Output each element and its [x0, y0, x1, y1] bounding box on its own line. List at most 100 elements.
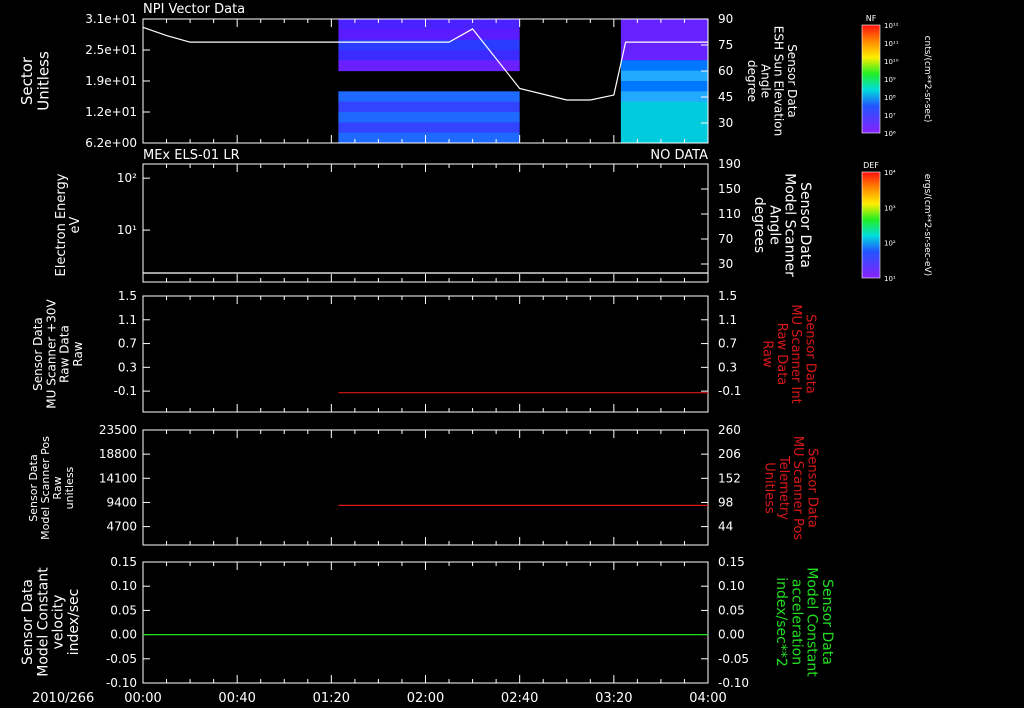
y2-tick-label: 260	[718, 423, 741, 437]
npi-colorbar-tick: 10⁶	[884, 130, 896, 138]
y2-tick-label: 75	[718, 38, 733, 52]
y2-tick-label: 44	[718, 520, 733, 534]
mupos-ylabel-line: Raw	[51, 476, 64, 499]
model-ylabel-line: Model Constant	[35, 567, 51, 677]
y2-tick-label: 1.5	[718, 289, 737, 303]
y-tick-label: 3.1e+01	[85, 12, 137, 26]
y2-tick-label: -0.05	[718, 652, 749, 666]
els-colorbar-label: DEF	[863, 161, 879, 170]
npi-title: NPI Vector Data	[143, 2, 245, 17]
mu30-y2label-line: Sensor Data	[802, 314, 817, 394]
y2-tick-label: 0.10	[718, 579, 745, 593]
panel-frame-1	[142, 163, 709, 283]
npi-colorbar-tick: 10⁹	[884, 76, 896, 84]
y-tick-label: -0.1	[114, 384, 137, 398]
plot-canvas: NPI Vector Data MEx ELS-01 LR NO DATA 20…	[18, 2, 932, 706]
npi-colorbar-tick: 10⁸	[884, 94, 896, 102]
npi-colorbar-tick: 10¹⁰	[884, 58, 899, 66]
npi-ylabel-line: Sector	[18, 56, 36, 105]
y-tick-label: 10²	[117, 171, 137, 185]
els-title: MEx ELS-01 LR	[143, 148, 240, 163]
y-tick-label: 6.2e+00	[85, 136, 137, 150]
heatmap-cell	[338, 39, 520, 51]
y-tick-label: 9400	[106, 495, 137, 509]
time-tick-label: 02:00	[407, 691, 444, 706]
y-tick-label: 23500	[99, 423, 137, 437]
y-tick-label: 10¹	[117, 223, 137, 237]
els-ylabel: Electron EnergyeV	[54, 173, 83, 276]
y2-tick-label: 1.1	[718, 313, 737, 327]
model-ylabel: Sensor DataModel Constantvelocityindex/s…	[20, 567, 82, 677]
mu30-y2label: Sensor DataMU Scanner IntRaw DataRaw	[760, 304, 818, 403]
npi-y2label-line: Sensor Data	[785, 44, 799, 118]
mu30-ylabel-line: Sensor Data	[31, 317, 45, 391]
y2-tick-label: -0.1	[718, 384, 741, 398]
els-colorbar-tick: 10³	[884, 204, 896, 212]
heatmap-cell	[338, 29, 520, 41]
y2-tick-label: 150	[718, 182, 741, 196]
els-ylabel-line: Electron Energy	[54, 173, 69, 276]
heatmap-cell	[620, 50, 708, 61]
els-y2label-line: Model Scanner	[782, 173, 798, 277]
mupos-y2label-line: Sensor Data	[804, 448, 819, 528]
mu30-ylabel-line: Raw	[71, 341, 85, 366]
npi-colorbar-label: NF	[866, 14, 877, 23]
heatmap-cell	[620, 19, 708, 30]
els-colorbar-tick: 10⁴	[884, 169, 896, 177]
heatmap-cell	[338, 60, 520, 72]
heatmap-cell	[338, 101, 520, 113]
y-tick-label: 1.5	[118, 289, 137, 303]
heatmap-cell	[620, 29, 708, 41]
heatmap-cell	[620, 70, 708, 82]
heatmap-cell	[338, 91, 520, 103]
els-colorbar-bar	[861, 171, 881, 279]
y2-tick-label: 0.05	[718, 603, 745, 617]
y2-tick-label: 0.15	[718, 555, 745, 569]
heatmap-cell	[620, 81, 708, 92]
y-tick-label: 18800	[99, 447, 137, 461]
time-tick-label: 00:00	[124, 691, 161, 706]
y-tick-label: 14100	[99, 471, 137, 485]
panel-frame-4	[142, 561, 709, 684]
y-tick-label: 1.9e+01	[85, 74, 137, 88]
y2-tick-label: 110	[718, 207, 741, 221]
npi-y2label-line: ESH Sun Elevation	[772, 26, 786, 136]
mu30-ylabel-line: MU Scanner +30V	[44, 299, 58, 409]
mu30-y2label-line: MU Scanner Int	[788, 304, 803, 403]
model-y2label-line: Model Constant	[804, 567, 820, 677]
model-y2label: Sensor DataModel Constantaccelerationind…	[773, 567, 835, 677]
heatmap-cell	[338, 132, 520, 144]
model-y2label-line: acceleration	[788, 579, 804, 665]
mupos-ylabel-line: unitless	[63, 466, 76, 509]
npi-colorbar-tick: 10⁷	[884, 112, 896, 120]
time-tick-label: 01:20	[313, 691, 350, 706]
els-colorbar-tick: 10¹	[884, 275, 896, 283]
npi-colorbar-tick: 10¹¹	[884, 40, 899, 48]
y2-tick-label: 0.00	[718, 628, 745, 642]
model-y2label-line: Sensor Data	[819, 579, 835, 665]
model-ylabel-line: Sensor Data	[20, 579, 36, 665]
mu30-ylabel: Sensor DataMU Scanner +30VRaw DataRaw	[31, 299, 85, 409]
y-tick-label: 4700	[106, 520, 137, 534]
time-tick-label: 02:40	[501, 691, 538, 706]
model-ylabel-line: index/sec	[66, 589, 82, 656]
els-ylabel-line: eV	[68, 216, 83, 233]
npi-ylabel: SectorUnitless	[18, 51, 53, 111]
npi-y2label-line: degree	[745, 60, 759, 102]
mupos-ylabel-line: Sensor Data	[27, 454, 40, 521]
y2-tick-label: 98	[718, 495, 733, 509]
y-tick-label: -0.10	[106, 676, 137, 690]
y2-tick-label: 0.7	[718, 337, 737, 351]
y-tick-label: 2.5e+01	[85, 43, 137, 57]
els-colorbar-units: ergs/(cm**2-sr-sec-eV)	[922, 174, 932, 276]
els-y2label-line: Angle	[766, 205, 782, 245]
y2-tick-label: 0.3	[718, 360, 737, 374]
y2-tick-label: 206	[718, 447, 741, 461]
y2-tick-label: 30	[718, 257, 733, 271]
heatmap-cell	[620, 39, 708, 51]
mupos-y2label: Sensor DataMU Scanner PosTelemetryUnitle…	[762, 436, 820, 541]
els-y2label-line: Sensor Data	[797, 182, 813, 268]
y-tick-label: 0.05	[110, 603, 137, 617]
mupos-y2label-line: MU Scanner Pos	[790, 436, 805, 541]
y2-tick-label: 30	[718, 116, 733, 130]
